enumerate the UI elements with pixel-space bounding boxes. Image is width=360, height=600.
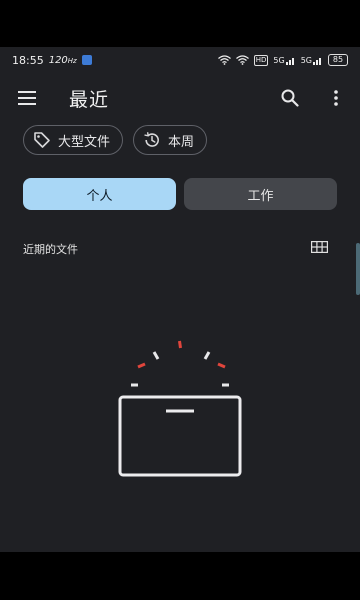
- network-2: 5G: [301, 56, 323, 65]
- wifi-icon-secondary: [235, 55, 249, 65]
- ray-4: [137, 362, 146, 369]
- notification-icon: [81, 55, 92, 65]
- signal-icon-secondary: [313, 57, 321, 65]
- grid-view-icon: [310, 241, 328, 253]
- network-1-label: 5G: [273, 55, 285, 65]
- ray-1: [178, 340, 182, 349]
- ray-3: [203, 351, 211, 360]
- scrollbar-handle[interactable]: [356, 243, 360, 295]
- menu-icon: [18, 91, 36, 105]
- section-title: 近期的文件: [23, 243, 78, 256]
- network-2-label: 5G: [300, 55, 312, 65]
- clock: 18:55: [12, 53, 44, 67]
- tab-work[interactable]: 工作: [184, 178, 337, 210]
- tag-icon: [34, 132, 50, 148]
- ray-5: [217, 362, 226, 369]
- search-icon: [281, 89, 299, 107]
- network-1: 5G: [273, 56, 295, 65]
- phone-screen: 18:55 120Hz HD 5G 5G 85 最近 大型文件 本周 个人 工作…: [0, 0, 360, 600]
- status-left: 18:55 120Hz: [12, 54, 92, 67]
- empty-state-caption: [0, 544, 360, 552]
- chip-large-files[interactable]: 大型文件: [23, 125, 124, 155]
- box-outline: [118, 395, 242, 477]
- tab-personal[interactable]: 个人: [23, 178, 176, 210]
- chip-this-week-label: 本周: [168, 134, 195, 150]
- more-vert-icon: [334, 90, 338, 106]
- page-title: 最近: [69, 89, 110, 111]
- empty-box-illustration: [118, 340, 242, 477]
- filter-chips: 大型文件 本周: [23, 125, 208, 155]
- chip-large-files-label: 大型文件: [58, 134, 111, 150]
- wifi-icon: [217, 55, 231, 65]
- more-options-button[interactable]: [318, 80, 354, 116]
- tab-personal-label: 个人: [86, 188, 113, 204]
- refresh-rate-unit: Hz: [67, 56, 77, 65]
- search-button[interactable]: [272, 80, 308, 116]
- status-bar: 18:55 120Hz HD 5G 5G 85: [0, 47, 360, 73]
- menu-button[interactable]: [9, 80, 45, 116]
- tab-work-label: 工作: [247, 188, 274, 204]
- hd-badge: HD: [253, 54, 269, 66]
- top-app-bar: 最近: [0, 73, 360, 123]
- refresh-rate: 120Hz: [49, 55, 77, 66]
- history-icon: [144, 132, 159, 147]
- battery-indicator: 85: [328, 54, 348, 66]
- files-app: 18:55 120Hz HD 5G 5G 85 最近 大型文件 本周 个人 工作…: [0, 47, 360, 552]
- grid-view-button[interactable]: [308, 237, 330, 257]
- signal-icon: [285, 57, 294, 65]
- ray-2: [152, 351, 160, 360]
- chip-this-week[interactable]: 本周: [133, 125, 208, 155]
- refresh-rate-value: 120: [48, 54, 68, 66]
- status-right: HD 5G 5G 85: [217, 54, 348, 66]
